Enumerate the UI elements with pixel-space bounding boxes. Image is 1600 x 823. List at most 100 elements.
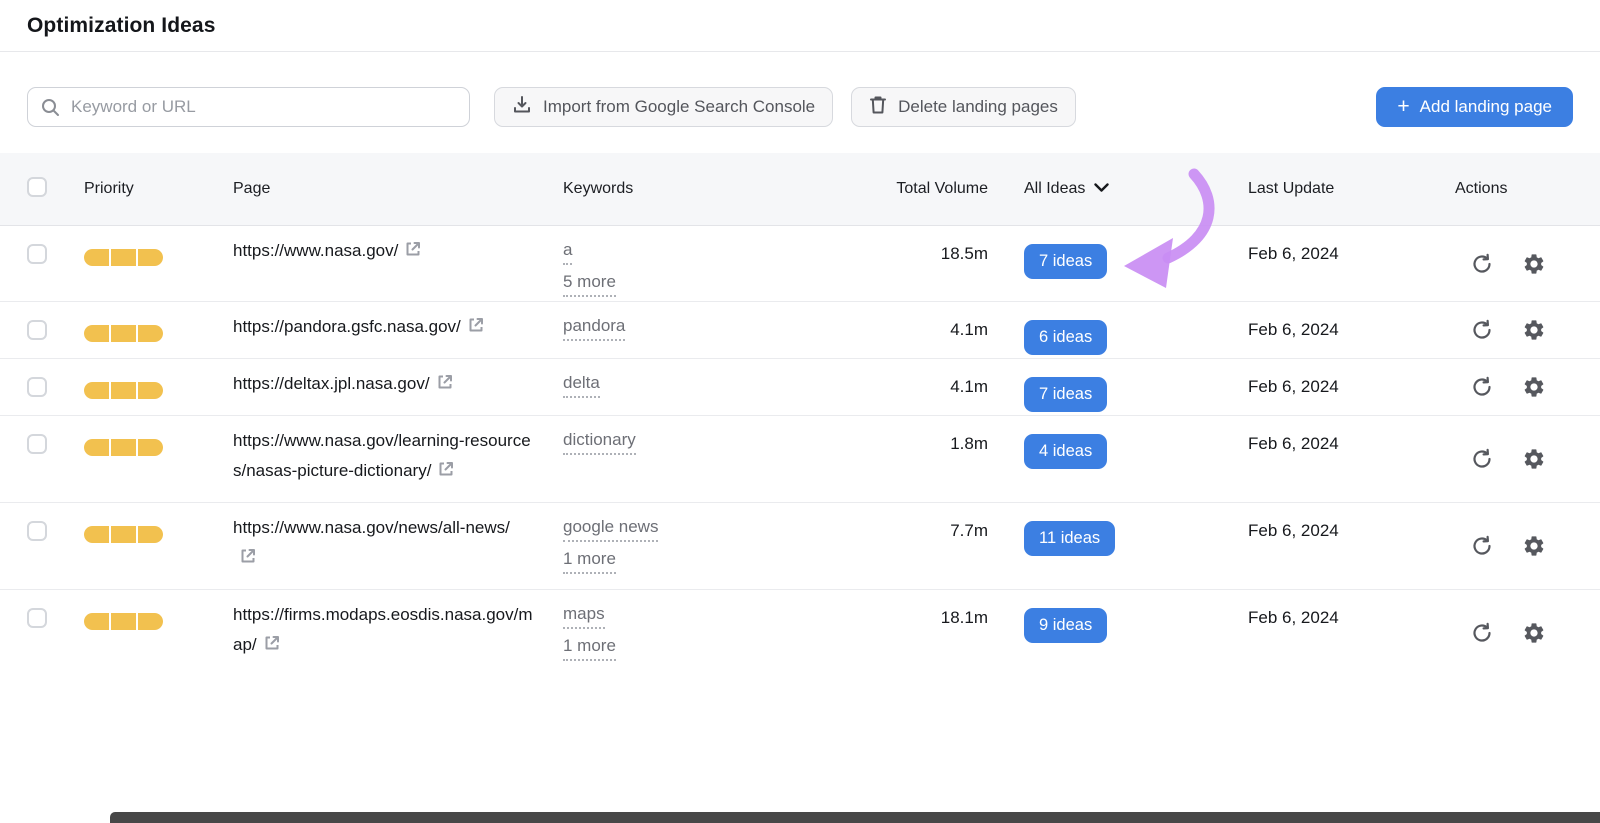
keywords-cell: a 5 more: [563, 226, 790, 301]
page-url-text: https://pandora.gsfc.nasa.gov/: [233, 317, 461, 336]
row-checkbox[interactable]: [27, 377, 47, 397]
total-volume: 4.1m: [790, 302, 988, 358]
priority-indicator: [84, 382, 163, 399]
ideas-button[interactable]: 9 ideas: [1024, 608, 1107, 643]
page-url-text: https://www.nasa.gov/learning-resources/…: [233, 431, 531, 480]
keyword-link[interactable]: delta: [563, 370, 600, 398]
table-row: https://www.nasa.gov/ a 5 more 18.5m 7 id…: [0, 226, 1600, 302]
page-url-link[interactable]: https://www.nasa.gov/: [233, 241, 422, 260]
total-volume: 1.8m: [790, 416, 988, 502]
header-actions: Actions: [1430, 180, 1600, 198]
refresh-icon[interactable]: [1470, 252, 1494, 276]
search-icon: [41, 98, 60, 122]
table-row: https://firms.modaps.eosdis.nasa.gov/map…: [0, 590, 1600, 676]
external-link-icon: [467, 314, 485, 344]
row-checkbox[interactable]: [27, 244, 47, 264]
ideas-filter-dropdown[interactable]: All Ideas: [988, 180, 1224, 198]
keyword-link[interactable]: dictionary: [563, 427, 636, 455]
download-icon: [512, 95, 532, 120]
ideas-button[interactable]: 4 ideas: [1024, 434, 1107, 469]
header-total-volume: Total Volume: [790, 180, 988, 198]
optimization-ideas-page: Optimization Ideas Import from Google Se…: [0, 0, 1600, 823]
external-link-icon: [263, 632, 281, 662]
total-volume: 4.1m: [790, 359, 988, 415]
page-url-text: https://www.nasa.gov/: [233, 241, 398, 260]
last-update: Feb 6, 2024: [1224, 590, 1430, 676]
keywords-cell: delta: [563, 359, 790, 415]
keywords-cell: dictionary: [563, 416, 790, 502]
refresh-icon[interactable]: [1470, 318, 1494, 342]
select-all-checkbox[interactable]: [27, 177, 47, 197]
ideas-button[interactable]: 11 ideas: [1024, 521, 1115, 556]
delete-landing-pages-button[interactable]: Delete landing pages: [851, 87, 1076, 127]
total-volume: 18.1m: [790, 590, 988, 676]
row-checkbox[interactable]: [27, 608, 47, 628]
ideas-filter-label: All Ideas: [1024, 180, 1085, 198]
settings-gear-icon[interactable]: [1522, 318, 1546, 342]
bottom-edge-strip: [110, 812, 1600, 823]
page-url-link[interactable]: https://firms.modaps.eosdis.nasa.gov/map…: [233, 605, 533, 654]
last-update: Feb 6, 2024: [1224, 302, 1430, 358]
last-update: Feb 6, 2024: [1224, 359, 1430, 415]
keyword-link[interactable]: 5 more: [563, 269, 616, 297]
refresh-icon[interactable]: [1470, 375, 1494, 399]
table-row: https://www.nasa.gov/news/all-news/ goog…: [0, 503, 1600, 590]
add-landing-page-button[interactable]: + Add landing page: [1376, 87, 1573, 127]
settings-gear-icon[interactable]: [1522, 375, 1546, 399]
total-volume: 18.5m: [790, 226, 988, 301]
keyword-link[interactable]: google news: [563, 514, 658, 542]
settings-gear-icon[interactable]: [1522, 447, 1546, 471]
plus-icon: +: [1397, 96, 1409, 117]
refresh-icon[interactable]: [1470, 621, 1494, 645]
priority-indicator: [84, 439, 163, 456]
chevron-down-icon: [1094, 180, 1109, 198]
table-row: https://pandora.gsfc.nasa.gov/ pandora 4…: [0, 302, 1600, 359]
external-link-icon: [437, 458, 455, 488]
total-volume: 7.7m: [790, 503, 988, 589]
keyword-link[interactable]: a: [563, 237, 572, 265]
last-update: Feb 6, 2024: [1224, 503, 1430, 589]
last-update: Feb 6, 2024: [1224, 416, 1430, 502]
settings-gear-icon[interactable]: [1522, 534, 1546, 558]
table-row: https://www.nasa.gov/learning-resources/…: [0, 416, 1600, 503]
row-checkbox[interactable]: [27, 521, 47, 541]
keyword-link[interactable]: pandora: [563, 313, 625, 341]
row-checkbox[interactable]: [27, 320, 47, 340]
keywords-cell: maps 1 more: [563, 590, 790, 676]
page-url-text: https://www.nasa.gov/news/all-news/: [233, 518, 510, 537]
priority-indicator: [84, 249, 163, 266]
delete-landing-pages-label: Delete landing pages: [898, 97, 1058, 117]
keywords-cell: google news 1 more: [563, 503, 790, 589]
ideas-button[interactable]: 6 ideas: [1024, 320, 1107, 355]
add-landing-page-label: Add landing page: [1420, 97, 1552, 117]
header-last-update: Last Update: [1224, 180, 1430, 198]
titlebar: Optimization Ideas: [0, 0, 1600, 52]
header-keywords: Keywords: [563, 180, 790, 198]
search-input[interactable]: [27, 87, 470, 127]
external-link-icon: [436, 371, 454, 401]
external-link-icon: [239, 545, 257, 575]
row-checkbox[interactable]: [27, 434, 47, 454]
table-body: https://www.nasa.gov/ a 5 more 18.5m 7 id…: [0, 226, 1600, 676]
header-priority: Priority: [84, 180, 233, 198]
import-gsc-button[interactable]: Import from Google Search Console: [494, 87, 833, 127]
settings-gear-icon[interactable]: [1522, 252, 1546, 276]
settings-gear-icon[interactable]: [1522, 621, 1546, 645]
page-url-link[interactable]: https://pandora.gsfc.nasa.gov/: [233, 317, 485, 336]
keyword-link[interactable]: maps: [563, 601, 605, 629]
trash-icon: [869, 95, 887, 120]
keyword-link[interactable]: 1 more: [563, 546, 616, 574]
ideas-button[interactable]: 7 ideas: [1024, 244, 1107, 279]
priority-indicator: [84, 526, 163, 543]
refresh-icon[interactable]: [1470, 447, 1494, 471]
table-header: Priority Page Keywords Total Volume All …: [0, 153, 1600, 226]
page-url-text: https://deltax.jpl.nasa.gov/: [233, 374, 430, 393]
page-url-link[interactable]: https://www.nasa.gov/learning-resources/…: [233, 431, 531, 480]
priority-indicator: [84, 325, 163, 342]
search-box: [27, 87, 470, 127]
page-url-link[interactable]: https://deltax.jpl.nasa.gov/: [233, 374, 454, 393]
refresh-icon[interactable]: [1470, 534, 1494, 558]
page-url-link[interactable]: https://www.nasa.gov/news/all-news/: [233, 518, 510, 567]
keyword-link[interactable]: 1 more: [563, 633, 616, 661]
ideas-button[interactable]: 7 ideas: [1024, 377, 1107, 412]
